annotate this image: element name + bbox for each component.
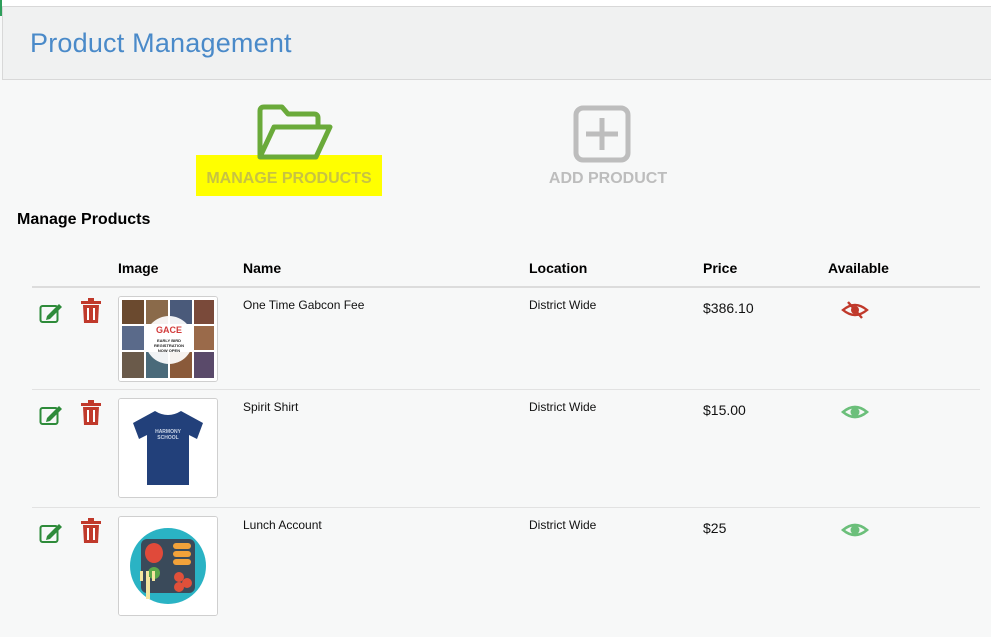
table-row: Lunch Account District Wide $25 bbox=[32, 508, 980, 626]
manage-products-label: MANAGE PRODUCTS bbox=[206, 170, 372, 187]
table-row: HARMONY SCHOOL Spirit Shirt District Wid… bbox=[32, 390, 980, 508]
shirt-print-text: HARMONY SCHOOL bbox=[155, 429, 181, 441]
product-price: $386.10 bbox=[703, 300, 754, 316]
section-title: Manage Products bbox=[17, 211, 151, 228]
eye-icon[interactable] bbox=[840, 402, 870, 422]
product-image-shirt: HARMONY SCHOOL bbox=[118, 398, 218, 498]
product-price: $15.00 bbox=[703, 402, 746, 418]
product-name: One Time Gabcon Fee bbox=[243, 298, 365, 312]
product-name: Lunch Account bbox=[243, 518, 322, 532]
trash-icon[interactable] bbox=[80, 518, 102, 544]
column-header-image: Image bbox=[118, 260, 159, 276]
collage-sub-text: EARLY BIRD REGISTRATION NOW OPEN bbox=[154, 338, 184, 353]
add-product-label: ADD PRODUCT bbox=[548, 170, 668, 187]
product-location: District Wide bbox=[529, 298, 597, 312]
edit-icon[interactable] bbox=[39, 522, 63, 544]
edit-icon[interactable] bbox=[39, 302, 63, 324]
eye-slash-icon[interactable] bbox=[840, 300, 870, 320]
trash-icon[interactable] bbox=[80, 298, 102, 324]
page-header: Product Management bbox=[2, 6, 991, 80]
table-row: GACE EARLY BIRD REGISTRATION NOW OPEN On… bbox=[32, 288, 980, 390]
plus-square-icon bbox=[573, 105, 631, 163]
column-header-location: Location bbox=[529, 260, 588, 276]
product-location: District Wide bbox=[529, 400, 597, 414]
collage-badge-text: GACE bbox=[155, 325, 182, 335]
column-header-price: Price bbox=[703, 260, 738, 276]
add-product-button[interactable]: ADD PRODUCT bbox=[530, 100, 686, 196]
product-price: $25 bbox=[703, 520, 727, 536]
manage-products-button[interactable]: MANAGE PRODUCTS bbox=[196, 100, 382, 196]
trash-icon[interactable] bbox=[80, 400, 102, 426]
product-name: Spirit Shirt bbox=[243, 400, 299, 414]
eye-icon[interactable] bbox=[840, 520, 870, 540]
column-header-name: Name bbox=[243, 260, 282, 276]
page-title: Product Management bbox=[30, 28, 292, 58]
edit-icon[interactable] bbox=[39, 404, 63, 426]
product-location: District Wide bbox=[529, 518, 597, 532]
product-image-lunch-tray bbox=[118, 516, 218, 616]
column-header-available: Available bbox=[828, 260, 889, 276]
folder-open-icon bbox=[257, 104, 333, 160]
product-image-collage: GACE EARLY BIRD REGISTRATION NOW OPEN bbox=[118, 296, 218, 382]
